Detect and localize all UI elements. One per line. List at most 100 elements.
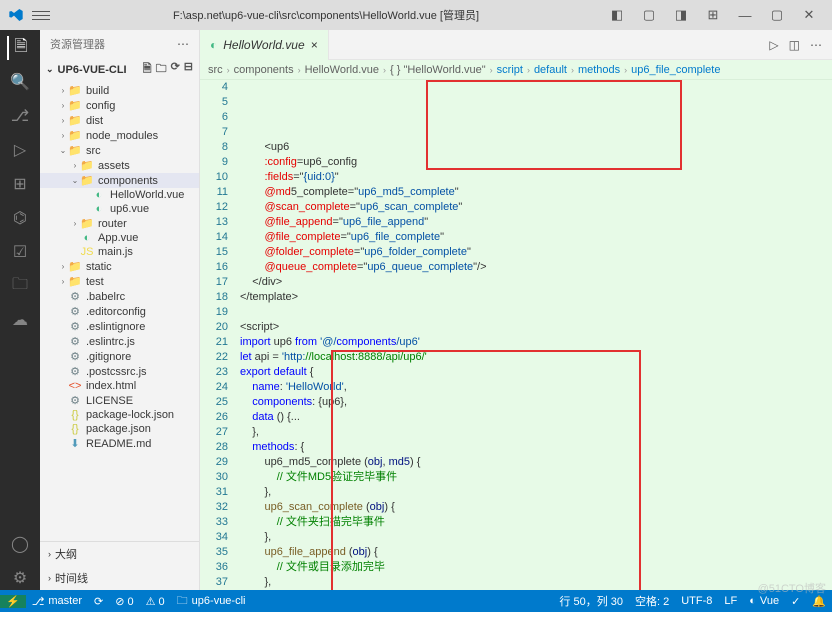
prettier-status[interactable]: ✓ bbox=[785, 595, 806, 608]
tab-close-icon[interactable]: × bbox=[311, 38, 318, 52]
breadcrumb-seg-6[interactable]: methods bbox=[578, 64, 620, 76]
todo-icon[interactable]: ☑ bbox=[8, 240, 32, 264]
workspace-folder[interactable]: 🗀 up6-vue-cli bbox=[171, 592, 252, 611]
code-line-24[interactable]: methods: { bbox=[240, 440, 832, 455]
debug-icon[interactable]: ▷ bbox=[8, 138, 32, 162]
split-editor-icon[interactable]: ◫ bbox=[789, 38, 800, 52]
settings-icon[interactable]: ⚙ bbox=[8, 566, 32, 590]
tree-item--gitignore[interactable]: ⚙.gitignore bbox=[40, 349, 199, 364]
tree-item-node_modules[interactable]: ›📁node_modules bbox=[40, 128, 199, 143]
tree-item-assets[interactable]: ›📁assets bbox=[40, 158, 199, 173]
code-line-18[interactable]: let api = 'http://localhost:8888/api/up6… bbox=[240, 350, 832, 365]
outline-panel[interactable]: ›大纲 bbox=[40, 542, 199, 566]
tree-item-package-json[interactable]: {}package.json bbox=[40, 422, 199, 436]
tree-item-up6-vue[interactable]: ◐up6.vue bbox=[40, 202, 199, 216]
code-line-7[interactable]: @md5_complete="up6_md5_complete" bbox=[240, 185, 832, 200]
tree-item-README-md[interactable]: ⬇README.md bbox=[40, 436, 199, 451]
code-line-25[interactable]: up6_md5_complete (obj, md5) { bbox=[240, 455, 832, 470]
code-line-30[interactable]: }, bbox=[240, 530, 832, 545]
code-line-4[interactable]: <up6 bbox=[240, 140, 832, 155]
language-mode[interactable]: ◐ Vue bbox=[743, 595, 785, 607]
code-line-33[interactable]: }, bbox=[240, 575, 832, 590]
breadcrumb-seg-2[interactable]: HelloWorld.vue bbox=[305, 64, 379, 76]
tree-item--eslintignore[interactable]: ⚙.eslintignore bbox=[40, 319, 199, 334]
maximize-button[interactable]: ▢ bbox=[762, 3, 792, 27]
file-icon[interactable]: 🗀 bbox=[8, 274, 32, 298]
code-line-19[interactable]: export default { bbox=[240, 365, 832, 380]
cloud-icon[interactable]: ☁ bbox=[8, 308, 32, 332]
tree-item-index-html[interactable]: <>index.html bbox=[40, 379, 199, 393]
code-line-16[interactable]: <script> bbox=[240, 320, 832, 335]
sidebar-more-icon[interactable]: ⋯ bbox=[177, 37, 189, 51]
breadcrumb-seg-7[interactable]: up6_file_complete bbox=[631, 64, 720, 76]
layout-btn-1[interactable]: ◧ bbox=[602, 3, 632, 27]
app-menu-button[interactable] bbox=[32, 11, 50, 20]
editor-more-icon[interactable]: ⋯ bbox=[810, 38, 822, 52]
notifications-icon[interactable]: 🔔 bbox=[806, 595, 832, 608]
tree-item-src[interactable]: ⌄📁src bbox=[40, 143, 199, 158]
code-line-21[interactable]: components: {up6}, bbox=[240, 395, 832, 410]
code-line-11[interactable]: @folder_complete="up6_folder_complete" bbox=[240, 245, 832, 260]
tree-item--postcssrc-js[interactable]: ⚙.postcssrc.js bbox=[40, 364, 199, 379]
breadcrumb-seg-1[interactable]: components bbox=[234, 64, 294, 76]
code-line-5[interactable]: :config=up6_config bbox=[240, 155, 832, 170]
run-icon[interactable]: ▷ bbox=[769, 38, 778, 52]
account-icon[interactable]: ◯ bbox=[8, 532, 32, 556]
tree-item-HelloWorld-vue[interactable]: ◐HelloWorld.vue bbox=[40, 188, 199, 202]
close-button[interactable]: ✕ bbox=[794, 3, 824, 27]
tree-item--babelrc[interactable]: ⚙.babelrc bbox=[40, 289, 199, 304]
warnings-count[interactable]: ⚠ 0 bbox=[140, 595, 171, 608]
tree-item--eslintrc-js[interactable]: ⚙.eslintrc.js bbox=[40, 334, 199, 349]
code-line-26[interactable]: // 文件MD5验证完毕事件 bbox=[240, 470, 832, 485]
code-line-10[interactable]: @file_complete="up6_file_complete" bbox=[240, 230, 832, 245]
breadcrumb-seg-3[interactable]: { } "HelloWorld.vue" bbox=[390, 64, 486, 76]
tree-item-test[interactable]: ›📁test bbox=[40, 274, 199, 289]
code-line-15[interactable] bbox=[240, 305, 832, 320]
tree-item-router[interactable]: ›📁router bbox=[40, 216, 199, 231]
breadcrumb[interactable]: src›components›HelloWorld.vue›{ } "Hello… bbox=[200, 60, 832, 80]
code-line-29[interactable]: // 文件夹扫描完毕事件 bbox=[240, 515, 832, 530]
scm-icon[interactable]: ⎇ bbox=[8, 104, 32, 128]
code-line-12[interactable]: @queue_complete="up6_queue_complete"/> bbox=[240, 260, 832, 275]
refresh-icon[interactable]: ⟳ bbox=[171, 60, 180, 79]
new-file-icon[interactable]: 🗎 bbox=[143, 60, 152, 79]
remote-icon[interactable]: ⌬ bbox=[8, 206, 32, 230]
remote-indicator[interactable]: ⚡ bbox=[0, 595, 26, 608]
breadcrumb-seg-4[interactable]: script bbox=[497, 64, 523, 76]
code-line-32[interactable]: // 文件或目录添加完毕 bbox=[240, 560, 832, 575]
code-line-17[interactable]: import up6 from '@/components/up6' bbox=[240, 335, 832, 350]
cursor-position[interactable]: 行 50，列 30 bbox=[553, 593, 629, 609]
tree-item-static[interactable]: ›📁static bbox=[40, 259, 199, 274]
search-icon[interactable]: 🔍 bbox=[8, 70, 32, 94]
code-line-27[interactable]: }, bbox=[240, 485, 832, 500]
tree-item-App-vue[interactable]: ◐App.vue bbox=[40, 231, 199, 245]
tab-helloworld[interactable]: ◐ HelloWorld.vue × bbox=[200, 30, 329, 60]
git-sync[interactable]: ⟳ bbox=[88, 595, 109, 608]
code-line-20[interactable]: name: 'HelloWorld', bbox=[240, 380, 832, 395]
code-line-9[interactable]: @file_append="up6_file_append" bbox=[240, 215, 832, 230]
encoding[interactable]: UTF-8 bbox=[675, 595, 718, 607]
layout-btn-2[interactable]: ▢ bbox=[634, 3, 664, 27]
code-line-14[interactable]: </template> bbox=[240, 290, 832, 305]
minimize-button[interactable]: ― bbox=[730, 3, 760, 27]
code-line-6[interactable]: :fields="{uid:0}" bbox=[240, 170, 832, 185]
layout-btn-4[interactable]: ⊞ bbox=[698, 3, 728, 27]
breadcrumb-seg-5[interactable]: default bbox=[534, 64, 567, 76]
collapse-icon[interactable]: ⊟ bbox=[184, 60, 193, 79]
explorer-icon[interactable]: 🗎 bbox=[7, 36, 31, 60]
code-line-28[interactable]: up6_scan_complete (obj) { bbox=[240, 500, 832, 515]
eol[interactable]: LF bbox=[718, 595, 743, 607]
code-line-13[interactable]: </div> bbox=[240, 275, 832, 290]
code-line-8[interactable]: @scan_complete="up6_scan_complete" bbox=[240, 200, 832, 215]
extensions-icon[interactable]: ⊞ bbox=[8, 172, 32, 196]
code-line-31[interactable]: up6_file_append (obj) { bbox=[240, 545, 832, 560]
tree-item-config[interactable]: ›📁config bbox=[40, 98, 199, 113]
code-line-23[interactable]: }, bbox=[240, 425, 832, 440]
timeline-panel[interactable]: ›时间线 bbox=[40, 566, 199, 590]
tree-item-components[interactable]: ⌄📁components bbox=[40, 173, 199, 188]
code-editor[interactable]: 4567891011121314151617181920212223242526… bbox=[200, 80, 832, 590]
git-branch[interactable]: ⎇ master bbox=[26, 595, 88, 608]
tree-item-dist[interactable]: ›📁dist bbox=[40, 113, 199, 128]
tree-item-LICENSE[interactable]: ⚙LICENSE bbox=[40, 393, 199, 408]
tree-item-build[interactable]: ›📁build bbox=[40, 83, 199, 98]
